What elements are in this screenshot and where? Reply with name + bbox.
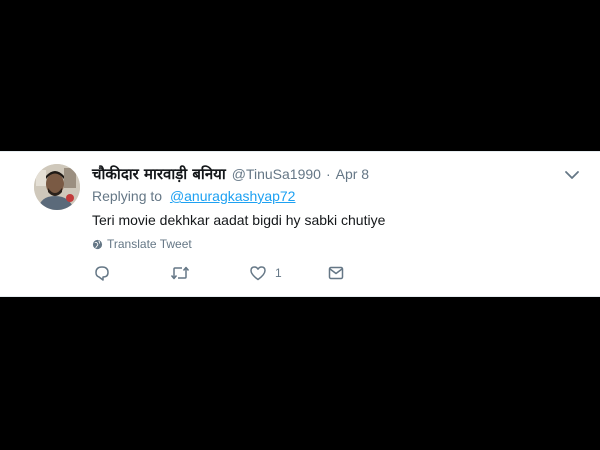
retweet-icon [170,266,190,280]
tweet-actions: 1 [0,262,600,286]
separator-dot: · [325,166,331,182]
globe-icon [92,239,103,249]
retweet-button[interactable] [170,262,190,284]
tweet-card[interactable]: चौकीदार मारवाड़ी बनिया @TinuSa1990 · Apr… [0,151,600,297]
reply-button[interactable] [93,262,111,284]
replying-to-label: Replying to [92,188,163,204]
heart-icon [250,266,266,281]
replying-to-line: Replying to @anuragkashyap72 [92,188,295,204]
tweet-timestamp[interactable]: Apr 8 [336,166,369,182]
translate-tweet-link[interactable]: Translate Tweet [92,237,192,251]
user-handle[interactable]: @TinuSa1990 [232,166,321,182]
envelope-icon [328,266,344,280]
like-button[interactable]: 1 [249,262,282,284]
tweet-text: Teri movie dekhkar aadat bigdi hy sabki … [92,212,386,228]
reply-icon [95,266,109,281]
replying-to-mention-link[interactable]: @anuragkashyap72 [170,188,296,204]
translate-tweet-label: Translate Tweet [107,237,192,251]
chevron-down-icon[interactable] [564,168,580,180]
like-count: 1 [275,266,282,280]
tweet-header: चौकीदार मारवाड़ी बनिया @TinuSa1990 · Apr… [92,164,369,184]
screenshot-stage: चौकीदार मारवाड़ी बनिया @TinuSa1990 · Apr… [0,0,600,450]
display-name[interactable]: चौकीदार मारवाड़ी बनिया [92,164,226,184]
direct-message-button[interactable] [327,262,345,284]
avatar[interactable] [34,164,80,210]
